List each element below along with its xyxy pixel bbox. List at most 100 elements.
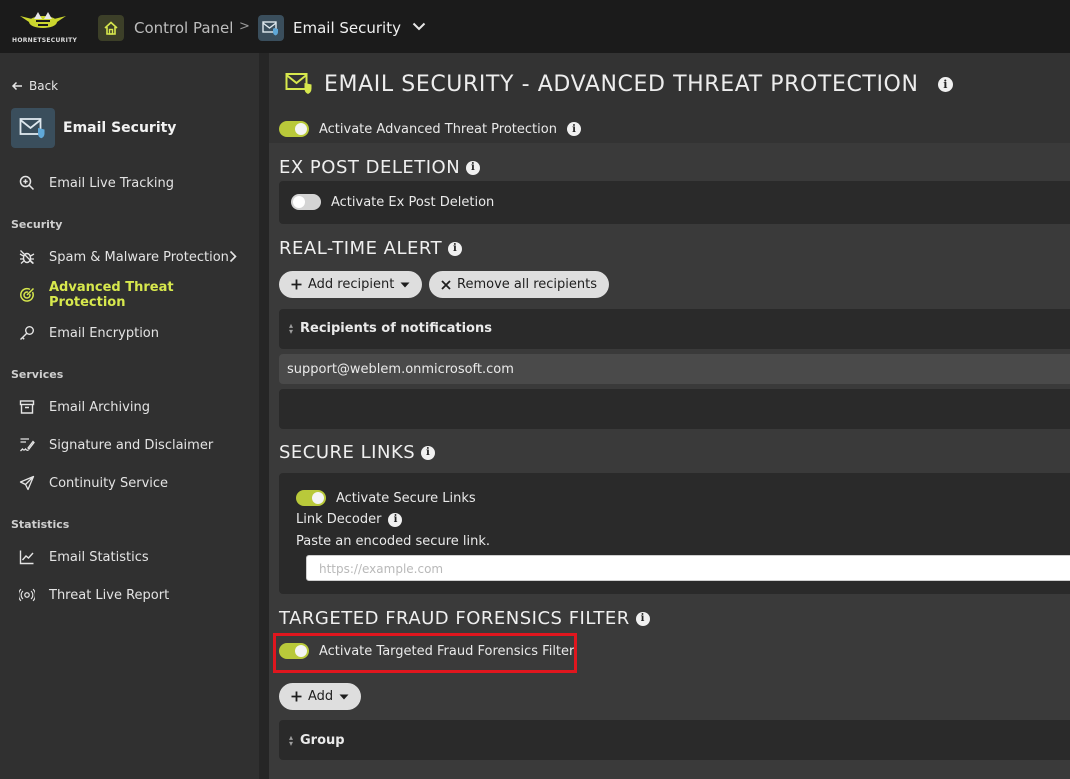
breadcrumb-email-security[interactable]: Email Security [293,19,401,37]
sidebar-item-email-encryption[interactable]: Email Encryption [19,322,249,344]
remove-all-label: Remove all recipients [457,277,597,292]
email-security-section-icon [11,108,55,148]
table-row[interactable]: support@weblem.onmicrosoft.com [279,354,1070,384]
sidebar-item-label: Signature and Disclaimer [49,437,214,453]
group-table-header: ▴ ▾ Group [279,720,1070,760]
sidebar-item-spam-malware[interactable]: Spam & Malware Protection [19,246,249,268]
activate-atp-label: Activate Advanced Threat Protection [319,121,557,137]
link-decoder-row: Link Decoder i [296,512,403,527]
page-title: EMAIL SECURITY - ADVANCED THREAT PROTECT… [324,72,954,97]
info-icon[interactable]: i [448,241,463,256]
sidebar-item-continuity-service[interactable]: Continuity Service [19,472,249,494]
secure-links-toggle[interactable] [296,490,326,506]
sidebar-divider [259,53,269,779]
secure-links-toggle-row: Activate Secure Links [296,490,476,506]
sidebar-category-security: Security [11,218,63,231]
archive-icon [19,400,35,414]
secure-links-title: SECURE LINKS i [279,442,436,463]
remove-all-recipients-button[interactable]: Remove all recipients [429,271,609,298]
plus-icon [291,691,302,702]
real-time-alert-title: REAL-TIME ALERT i [279,238,463,259]
home-crumb-icon[interactable] [98,15,124,41]
sidebar-item-email-archiving[interactable]: Email Archiving [19,396,249,418]
sidebar-item-label: Email Encryption [49,325,159,341]
home-icon [104,21,118,35]
secure-link-input[interactable]: https://example.com [306,555,1070,581]
sidebar-item-label: Email Statistics [49,549,149,565]
info-icon[interactable]: i [466,160,481,175]
tff-highlight-box [273,633,577,673]
close-icon [441,279,451,290]
mail-shield-icon [262,21,278,36]
signature-icon [20,438,35,452]
radar-icon [19,588,35,602]
back-label: Back [29,79,59,93]
ex-post-deletion-panel: Activate Ex Post Deletion [279,181,1070,224]
info-icon[interactable]: i [566,122,581,136]
chart-line-icon [19,550,34,565]
breadcrumb-control-panel[interactable]: Control Panel [134,19,233,37]
search-zoom-icon [19,175,35,191]
target-icon [20,287,35,302]
section-title-text: REAL-TIME ALERT [279,238,443,259]
page-header: EMAIL SECURITY - ADVANCED THREAT PROTECT… [269,53,1070,143]
sidebar-item-signature-disclaimer[interactable]: Signature and Disclaimer [19,434,249,456]
chevron-down-icon[interactable] [412,22,426,31]
group-column-header[interactable]: ▴ ▾ Group [287,733,345,748]
info-icon[interactable]: i [938,77,954,92]
input-placeholder: https://example.com [319,562,444,576]
section-title-text: TARGETED FRAUD FORENSICS FILTER [279,608,630,629]
info-icon[interactable]: i [388,512,403,527]
tff-title: TARGETED FRAUD FORENSICS FILTER i [279,608,650,629]
back-link[interactable]: Back [11,79,58,93]
info-icon[interactable]: i [635,611,650,626]
link-decoder-label: Link Decoder [296,512,382,527]
caret-down-icon [339,694,349,699]
paste-link-hint: Paste an encoded secure link. [296,534,491,549]
page-title-text: EMAIL SECURITY - ADVANCED THREAT PROTECT… [324,72,919,97]
sidebar-item-label: Spam & Malware Protection [49,249,229,265]
sidebar-section-title: Email Security [63,120,177,136]
sidebar-category-services: Services [11,368,64,381]
info-icon[interactable]: i [421,445,436,460]
recipients-column-header[interactable]: ▴ ▾ Recipients of notifications [287,321,492,336]
recipients-table-footer [279,389,1070,429]
chevron-right-icon [229,250,237,263]
secure-links-toggle-label: Activate Secure Links [336,490,476,506]
send-icon [19,475,35,491]
activate-atp-row: Activate Advanced Threat Protection i [279,121,581,137]
hornet-icon [20,12,66,28]
key-icon [20,326,34,340]
sidebar-item-email-live-tracking[interactable]: Email Live Tracking [19,172,249,194]
hornetsecurity-logo[interactable]: HORNETSECURITY [12,10,78,44]
sidebar-item-advanced-threat-protection[interactable]: Advanced Threat Protection [19,280,249,310]
section-title-text: SECURE LINKS [279,442,416,463]
email-security-crumb-icon[interactable] [258,15,284,41]
sidebar-item-threat-live-report[interactable]: Threat Live Report [19,584,249,606]
ex-post-deletion-title: EX POST DELETION i [279,157,481,178]
tff-add-button[interactable]: Add [279,683,362,710]
sidebar: Back Email Security Email Live Tracking … [0,53,259,779]
add-recipient-button[interactable]: Add recipient [279,271,423,298]
ex-post-toggle-label: Activate Ex Post Deletion [331,194,495,210]
sidebar-item-label: Email Archiving [49,399,150,415]
recipients-table-header: ▴ ▾ Recipients of notifications [279,309,1070,349]
breadcrumb-separator: > [239,19,250,34]
mail-shield-icon [19,118,45,139]
sidebar-category-statistics: Statistics [11,518,70,531]
section-title-text: EX POST DELETION [279,157,461,178]
bug-off-icon [19,250,35,264]
plus-icon [291,279,302,290]
sort-icon: ▴ ▾ [288,732,293,748]
ex-post-deletion-toggle[interactable] [291,194,321,210]
column-header-label: Group [300,733,345,748]
logo-text: HORNETSECURITY [12,37,78,44]
add-recipient-label: Add recipient [308,277,395,292]
sidebar-item-label: Advanced Threat Protection [49,280,174,310]
activate-atp-toggle[interactable] [279,121,309,137]
sidebar-item-label: Email Live Tracking [49,175,174,191]
secure-links-panel: Activate Secure Links Link Decoder i Pas… [279,473,1070,594]
sidebar-item-email-statistics[interactable]: Email Statistics [19,546,249,568]
sidebar-item-label: Continuity Service [49,475,169,491]
ex-post-toggle-row: Activate Ex Post Deletion [291,194,494,210]
